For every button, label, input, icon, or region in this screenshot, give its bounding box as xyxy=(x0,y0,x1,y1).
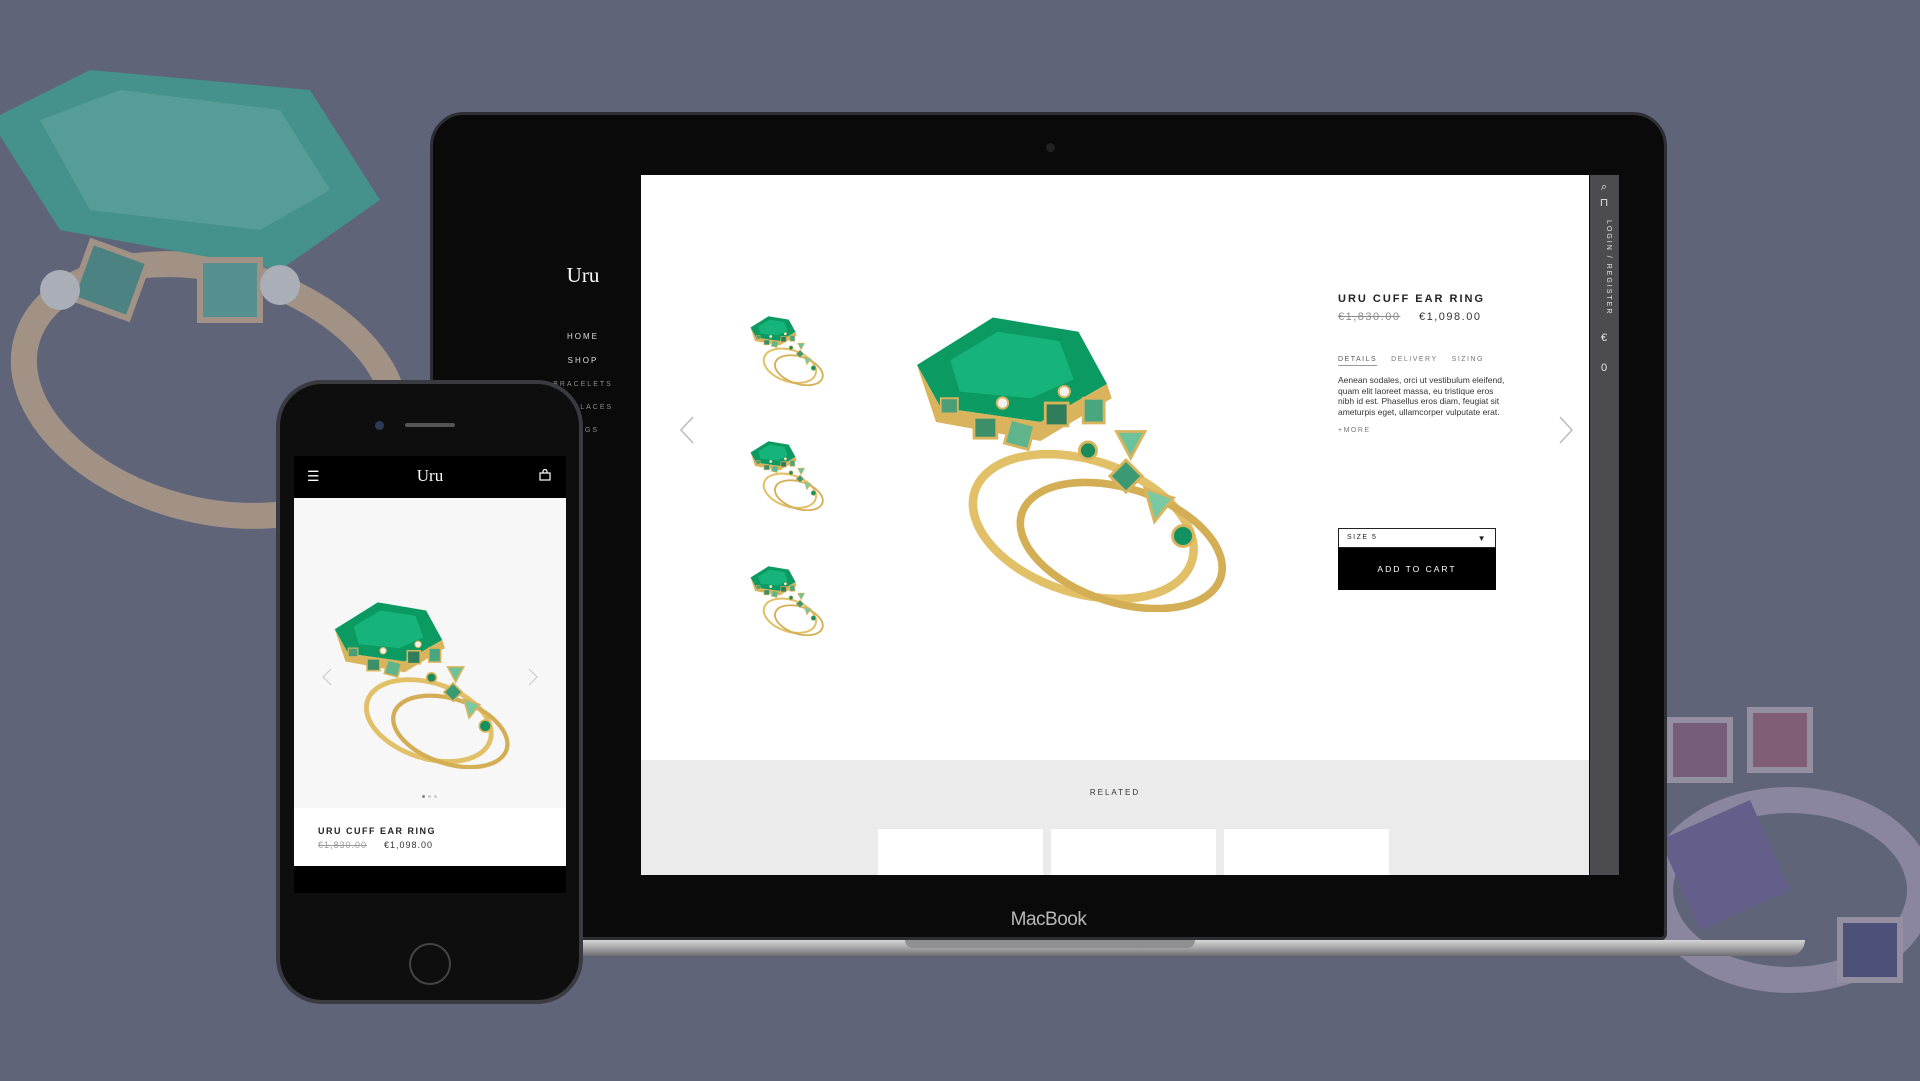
phone-frame: ☰ Uru URU CUFF EAR RING €1,830.00 €1,098… xyxy=(276,380,583,1004)
utility-strip: ⌕ ⊓ LOGIN / REGISTER € 0 xyxy=(1590,175,1619,875)
previous-image-arrow-icon[interactable] xyxy=(322,668,332,686)
next-image-arrow-icon[interactable] xyxy=(528,668,538,686)
related-heading: RELATED xyxy=(1089,788,1141,797)
phone-camera xyxy=(375,421,384,430)
login-register-link[interactable]: LOGIN / REGISTER xyxy=(1596,220,1612,340)
related-product-card[interactable] xyxy=(1051,829,1216,875)
site-logo[interactable]: Uru xyxy=(508,263,658,288)
product-thumbnail[interactable] xyxy=(746,555,836,645)
bag-icon[interactable]: ⊓ xyxy=(1596,195,1612,211)
price-sale: €1,098.00 xyxy=(1419,311,1482,323)
previous-image-arrow-icon[interactable] xyxy=(679,415,695,445)
product-description: Aenean sodales, orci ut vestibulum eleif… xyxy=(1338,375,1505,417)
phone-speaker xyxy=(405,423,455,427)
product-thumbnail[interactable] xyxy=(746,430,836,520)
laptop-camera xyxy=(1046,143,1055,152)
price-original: €1,830.00 xyxy=(1338,311,1401,323)
desktop-product-page: URU CUFF EAR RING €1,830.00 €1,098.00 DE… xyxy=(641,175,1589,875)
more-link[interactable]: +MORE xyxy=(1338,427,1371,434)
tab-details[interactable]: DETAILS xyxy=(1338,356,1378,366)
tab-sizing[interactable]: SIZING xyxy=(1452,356,1484,366)
related-section: RELATED xyxy=(641,760,1589,875)
nav-item-home[interactable]: HOME xyxy=(508,325,658,349)
size-select[interactable]: SIZE 5 ▼ xyxy=(1338,528,1496,548)
bag-icon[interactable] xyxy=(539,469,551,481)
currency-icon[interactable]: € xyxy=(1596,330,1612,346)
add-to-cart-button[interactable]: ADD TO CART xyxy=(1338,548,1496,590)
laptop-brand-label: MacBook xyxy=(1010,909,1087,930)
product-thumbnail[interactable] xyxy=(746,305,836,395)
tab-delivery[interactable]: DELIVERY xyxy=(1391,356,1438,366)
product-title: URU CUFF EAR RING xyxy=(1338,293,1486,305)
mobile-logo[interactable]: Uru xyxy=(294,466,566,486)
mobile-product-image xyxy=(324,593,539,773)
mobile-price-original: €1,830.00 xyxy=(318,840,368,850)
mobile-product-page: ☰ Uru URU CUFF EAR RING €1,830.00 €1,098… xyxy=(294,456,566,893)
laptop-notch xyxy=(905,940,1195,948)
caret-down-icon: ▼ xyxy=(1477,534,1487,543)
mobile-price-sale: €1,098.00 xyxy=(384,840,434,850)
next-image-arrow-icon[interactable] xyxy=(1558,415,1574,445)
mobile-product-gallery xyxy=(294,498,566,808)
size-select-value: SIZE 5 xyxy=(1347,534,1378,541)
background-ring-image xyxy=(1647,707,1920,993)
search-icon[interactable]: ⌕ xyxy=(1596,179,1612,195)
phone-home-button xyxy=(409,943,451,985)
product-info-tabs: DETAILS DELIVERY SIZING xyxy=(1338,356,1484,366)
related-product-card[interactable] xyxy=(878,829,1043,875)
product-main-image xyxy=(898,305,1278,615)
mobile-screen-bottom xyxy=(294,866,566,893)
mobile-product-title: URU CUFF EAR RING xyxy=(318,826,436,836)
related-product-card[interactable] xyxy=(1224,829,1389,875)
nav-item-shop[interactable]: SHOP xyxy=(508,349,658,373)
cart-count[interactable]: 0 xyxy=(1596,360,1612,376)
carousel-dots[interactable] xyxy=(422,795,437,798)
mobile-header: ☰ Uru xyxy=(294,456,566,498)
